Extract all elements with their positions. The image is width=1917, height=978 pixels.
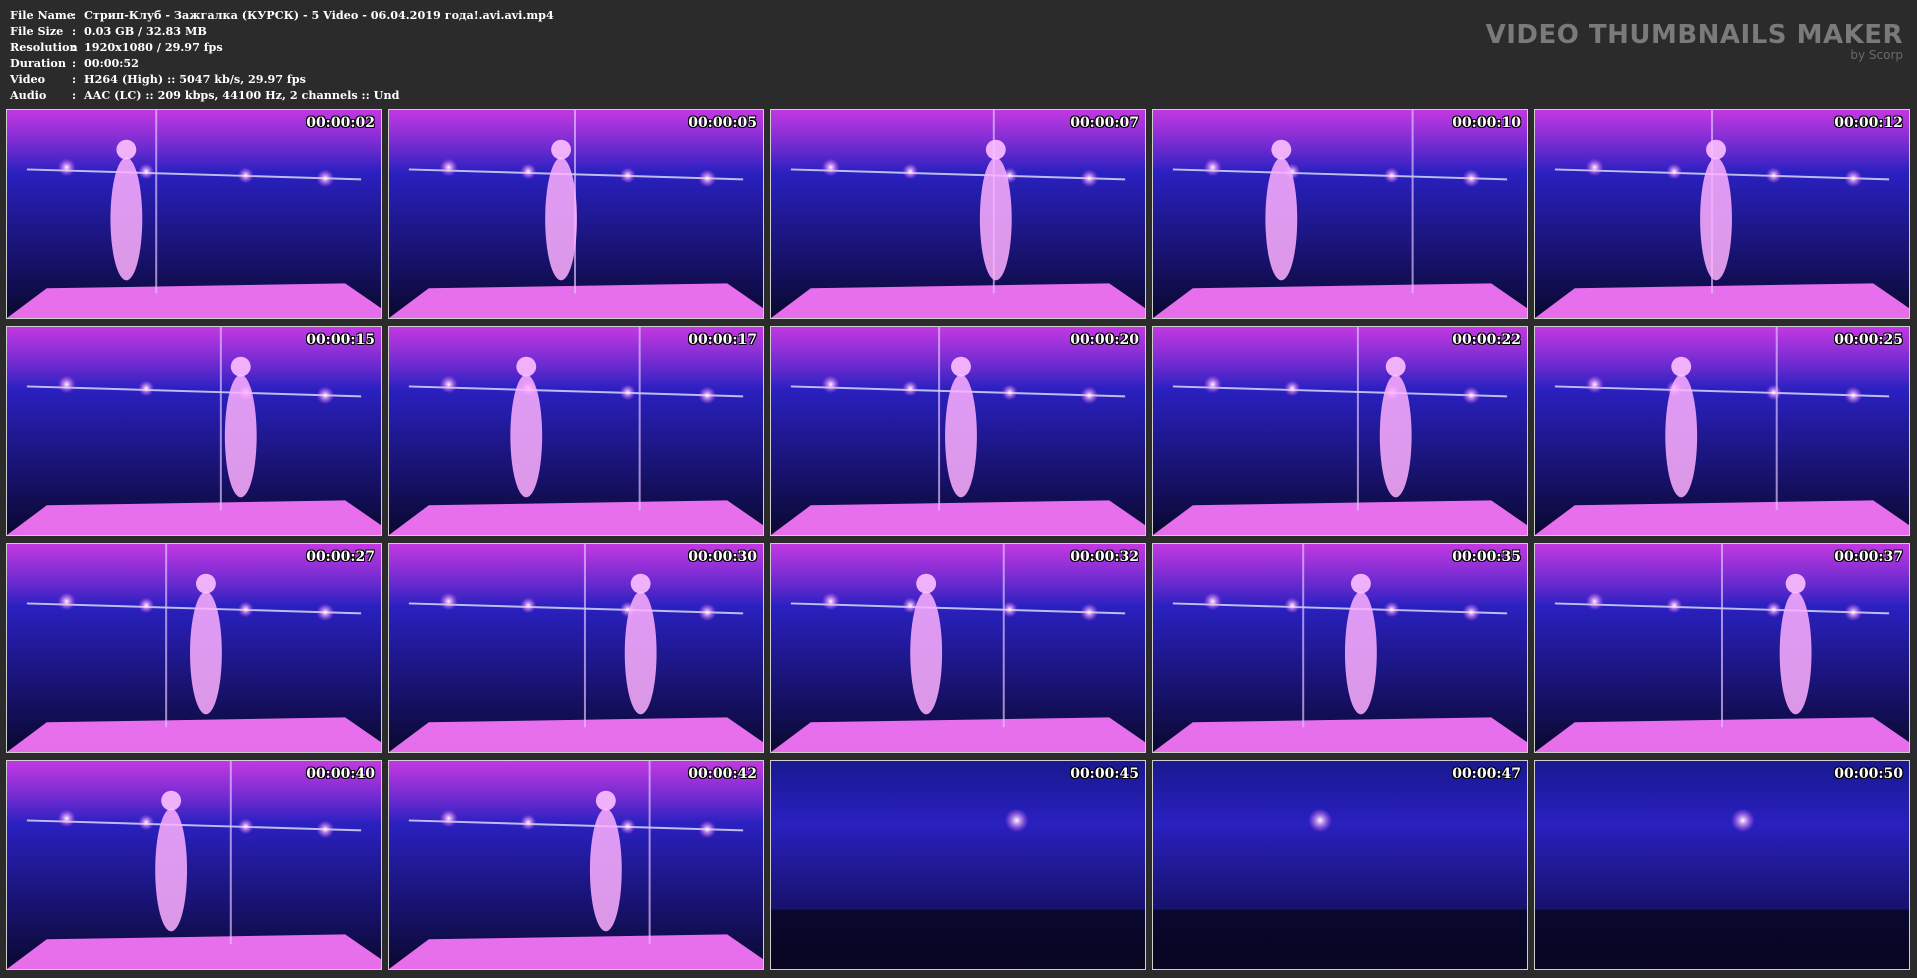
timestamp: 00:00:10 [1452, 115, 1521, 131]
timestamp: 00:00:37 [1834, 549, 1903, 565]
thumbnail-frame[interactable]: 00:00:35 [1152, 543, 1528, 753]
timestamp: 00:00:05 [688, 115, 757, 131]
timestamp: 00:00:30 [688, 549, 757, 565]
thumbnail-frame[interactable]: 00:00:30 [388, 543, 764, 753]
info-row-file-name: File Name : Стрип-Клуб - Зажгалка (КУРСК… [10, 7, 554, 23]
timestamp: 00:00:25 [1834, 332, 1903, 348]
thumbnail-frame[interactable]: 00:00:25 [1534, 326, 1910, 536]
thumbnail-frame[interactable]: 00:00:32 [770, 543, 1146, 753]
timestamp: 00:00:27 [306, 549, 375, 565]
timestamp: 00:00:42 [688, 766, 757, 782]
info-separator: : [72, 72, 77, 86]
thumbnail-frame[interactable]: 00:00:05 [388, 109, 764, 319]
info-value: 0.03 GB / 32.83 MB [84, 24, 207, 38]
thumbnail-grid: 00:00:02 00:00:05 00:00:07 00:00:10 00:0… [6, 109, 1912, 973]
frame-image [1153, 327, 1527, 535]
frame-image [771, 110, 1145, 318]
frame-image [771, 327, 1145, 535]
timestamp: 00:00:07 [1070, 115, 1139, 131]
timestamp: 00:00:17 [688, 332, 757, 348]
frame-image [7, 110, 381, 318]
frame-image [7, 327, 381, 535]
frame-image [389, 110, 763, 318]
timestamp: 00:00:20 [1070, 332, 1139, 348]
frame-image [1153, 761, 1527, 969]
timestamp: 00:00:02 [306, 115, 375, 131]
info-row-duration: Duration : 00:00:52 [10, 55, 554, 71]
frame-image [1535, 327, 1909, 535]
timestamp: 00:00:35 [1452, 549, 1521, 565]
timestamp: 00:00:50 [1834, 766, 1903, 782]
frame-image [389, 327, 763, 535]
info-separator: : [72, 8, 77, 22]
frame-image [1153, 110, 1527, 318]
thumbnail-frame[interactable]: 00:00:10 [1152, 109, 1528, 319]
thumbnail-frame[interactable]: 00:00:27 [6, 543, 382, 753]
frame-image [389, 544, 763, 752]
info-value: 1920x1080 / 29.97 fps [84, 40, 223, 54]
info-label: Resolution [10, 40, 78, 54]
info-value: 00:00:52 [84, 56, 139, 70]
thumbnail-frame[interactable]: 00:00:12 [1534, 109, 1910, 319]
timestamp: 00:00:40 [306, 766, 375, 782]
info-value: H264 (High) :: 5047 kb/s, 29.97 fps [84, 72, 306, 86]
timestamp: 00:00:22 [1452, 332, 1521, 348]
info-row-file-size: File Size : 0.03 GB / 32.83 MB [10, 23, 554, 39]
thumbnail-frame[interactable]: 00:00:50 [1534, 760, 1910, 970]
info-value: AAC (LC) :: 209 kbps, 44100 Hz, 2 channe… [84, 88, 400, 102]
thumbnail-frame[interactable]: 00:00:20 [770, 326, 1146, 536]
frame-image [1535, 544, 1909, 752]
frame-image [1535, 110, 1909, 318]
info-label: File Name [10, 8, 74, 22]
frame-image [1535, 761, 1909, 969]
info-separator: : [72, 56, 77, 70]
thumbnail-frame[interactable]: 00:00:37 [1534, 543, 1910, 753]
info-value: Стрип-Клуб - Зажгалка (КУРСК) - 5 Video … [84, 8, 554, 22]
thumbnail-frame[interactable]: 00:00:02 [6, 109, 382, 319]
frame-image [389, 761, 763, 969]
info-label: File Size [10, 24, 64, 38]
info-row-audio: Audio : AAC (LC) :: 209 kbps, 44100 Hz, … [10, 87, 554, 103]
info-label: Audio [10, 88, 47, 102]
timestamp: 00:00:12 [1834, 115, 1903, 131]
thumbnail-frame[interactable]: 00:00:07 [770, 109, 1146, 319]
thumbnail-frame[interactable]: 00:00:40 [6, 760, 382, 970]
info-label: Duration [10, 56, 66, 70]
timestamp: 00:00:32 [1070, 549, 1139, 565]
frame-image [7, 761, 381, 969]
thumbnail-frame[interactable]: 00:00:47 [1152, 760, 1528, 970]
info-separator: : [72, 40, 77, 54]
info-header: File Name : Стрип-Клуб - Зажгалка (КУРСК… [0, 0, 1917, 108]
thumbnail-frame[interactable]: 00:00:45 [770, 760, 1146, 970]
info-row-resolution: Resolution : 1920x1080 / 29.97 fps [10, 39, 554, 55]
frame-image [1153, 544, 1527, 752]
timestamp: 00:00:47 [1452, 766, 1521, 782]
thumbnail-frame[interactable]: 00:00:22 [1152, 326, 1528, 536]
info-label: Video [10, 72, 46, 86]
info-separator: : [72, 24, 77, 38]
file-info-table: File Name : Стрип-Клуб - Зажгалка (КУРСК… [10, 7, 554, 103]
brand-watermark: VIDEO THUMBNAILS MAKER by Scorp [1486, 22, 1903, 62]
info-row-video: Video : H264 (High) :: 5047 kb/s, 29.97 … [10, 71, 554, 87]
timestamp: 00:00:45 [1070, 766, 1139, 782]
info-separator: : [72, 88, 77, 102]
frame-image [771, 544, 1145, 752]
thumbnail-frame[interactable]: 00:00:17 [388, 326, 764, 536]
frame-image [7, 544, 381, 752]
thumbnail-frame[interactable]: 00:00:15 [6, 326, 382, 536]
thumbnail-frame[interactable]: 00:00:42 [388, 760, 764, 970]
brand-subtitle: by Scorp [1850, 48, 1903, 62]
timestamp: 00:00:15 [306, 332, 375, 348]
brand-title: VIDEO THUMBNAILS MAKER [1485, 20, 1903, 50]
frame-image [771, 761, 1145, 969]
